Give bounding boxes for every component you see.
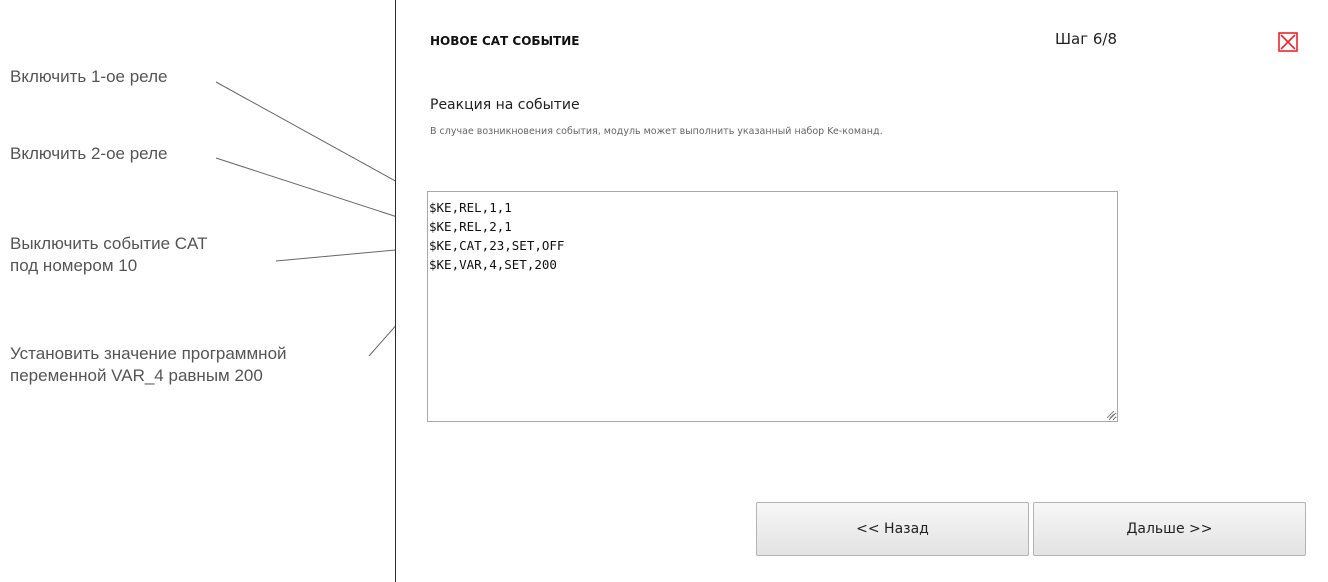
annotation-var-line1: Установить значение программной [10, 344, 287, 363]
back-button[interactable]: << Назад [756, 502, 1029, 556]
step-indicator: Шаг 6/8 [1055, 30, 1118, 48]
annotation-cat-line1: Выключить событие CAT [10, 234, 208, 253]
section-heading: Реакция на событие [430, 97, 580, 113]
commands-editor [427, 191, 1118, 422]
section-hint: В случае возникновения события, модуль м… [430, 126, 883, 137]
commands-textarea[interactable] [428, 192, 1117, 421]
dialog-title: НОВОЕ САТ СОБЫТИЕ [430, 34, 580, 48]
wizard-dialog: НОВОЕ САТ СОБЫТИЕ Шаг 6/8 Реакция на соб… [395, 0, 1328, 582]
annotation-cat: Выключить событие CAT под номером 10 [10, 233, 208, 277]
annotation-cat-line2: под номером 10 [10, 256, 138, 275]
annotation-var: Установить значение программной переменн… [10, 343, 287, 387]
annotation-relay2: Включить 2-ое реле [10, 144, 168, 163]
close-x-icon[interactable] [1278, 32, 1298, 52]
annotation-relay1: Включить 1-ое реле [10, 67, 168, 86]
annotation-var-line2: переменной VAR_4 равным 200 [10, 366, 263, 385]
next-button[interactable]: Дальше >> [1033, 502, 1306, 556]
